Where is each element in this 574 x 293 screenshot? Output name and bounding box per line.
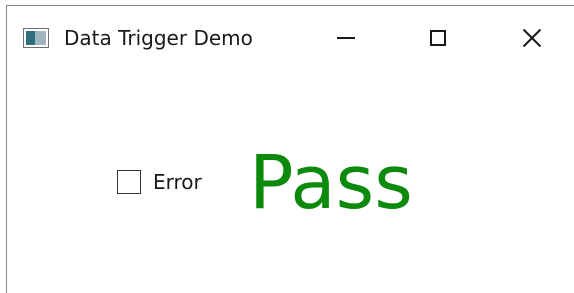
app-window: Data Trigger Demo Error Pass bbox=[6, 5, 574, 293]
minimize-button[interactable] bbox=[323, 20, 369, 56]
maximize-icon bbox=[430, 30, 446, 46]
close-button[interactable] bbox=[509, 20, 555, 56]
maximize-button[interactable] bbox=[415, 20, 461, 56]
close-icon bbox=[522, 28, 542, 48]
app-icon-graphic bbox=[26, 31, 46, 45]
window-title: Data Trigger Demo bbox=[64, 26, 253, 50]
error-checkbox-label[interactable]: Error bbox=[153, 170, 202, 194]
title-bar[interactable]: Data Trigger Demo bbox=[7, 6, 574, 70]
app-window-icon[interactable] bbox=[23, 28, 49, 48]
status-text: Pass bbox=[249, 140, 413, 226]
error-checkbox-box[interactable] bbox=[117, 170, 141, 194]
minimize-icon bbox=[337, 37, 355, 39]
error-checkbox[interactable]: Error bbox=[117, 170, 202, 194]
